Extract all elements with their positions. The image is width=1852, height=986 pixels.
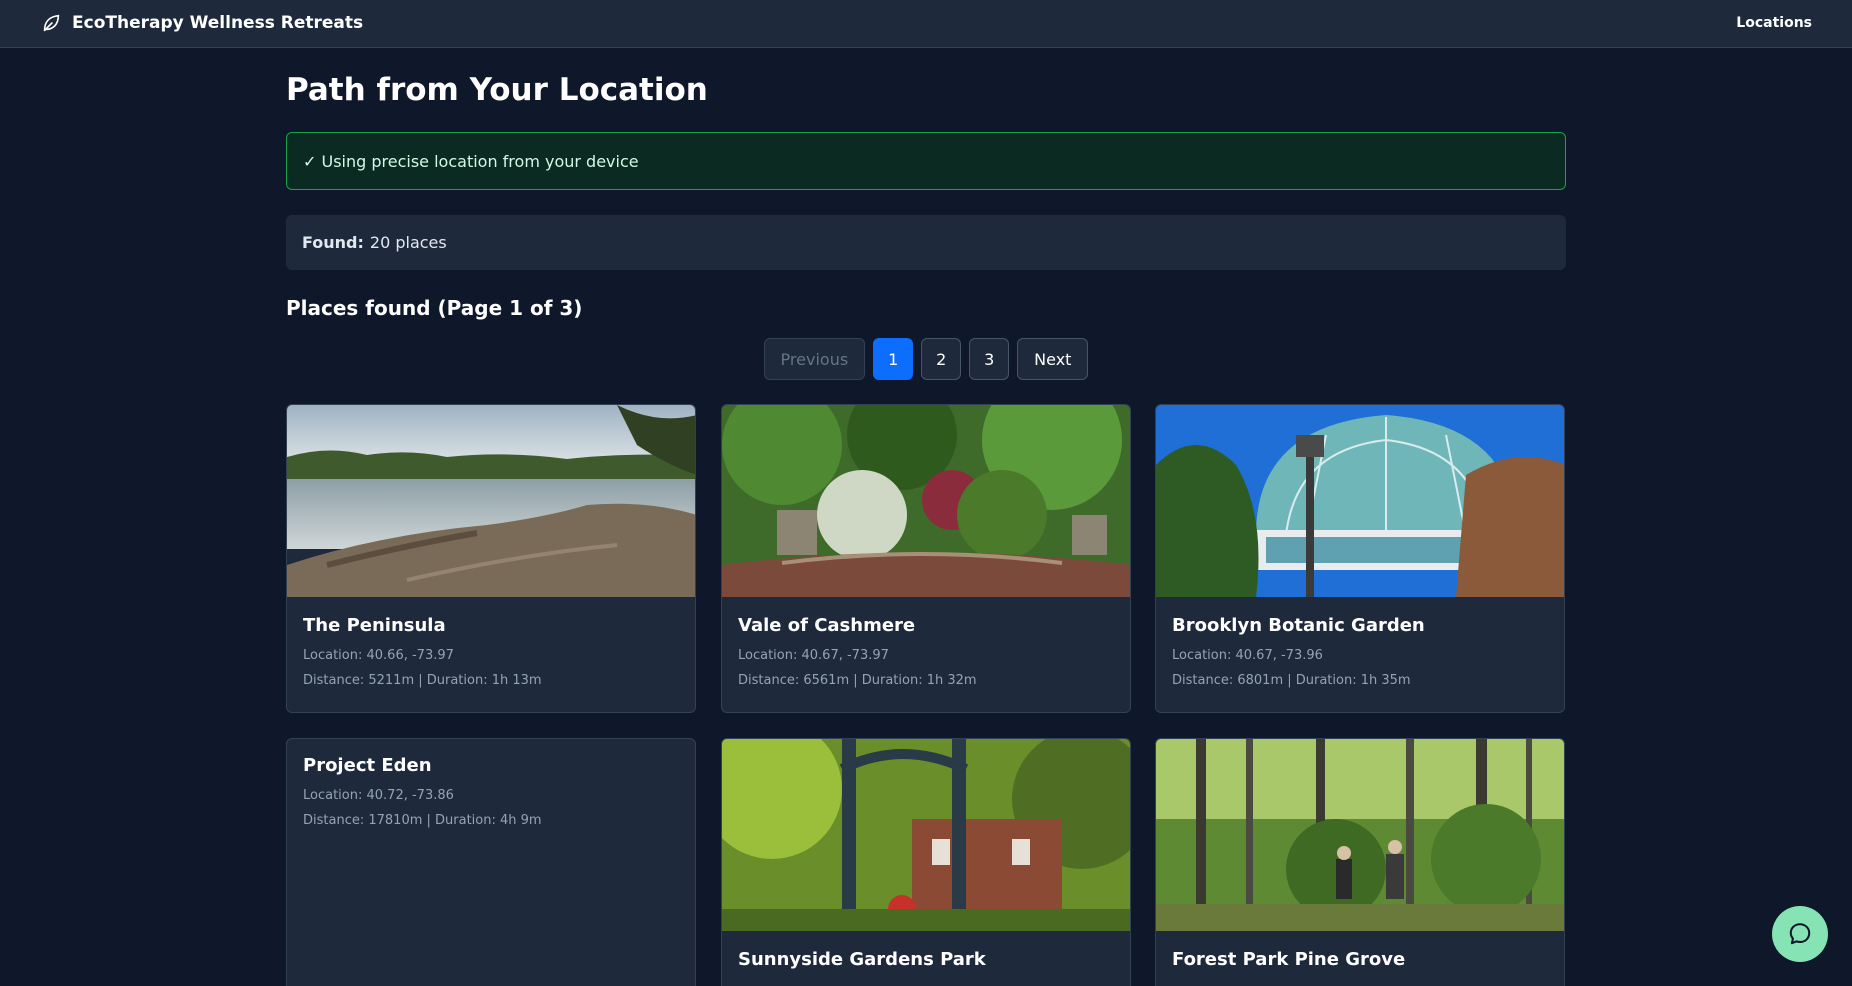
place-distance: Distance: 17810m | Duration: 4h 9m <box>303 813 542 828</box>
chat-bubble-icon <box>1789 923 1811 945</box>
place-distance: Distance: 5211m | Duration: 1h 13m <box>303 673 542 688</box>
place-name: The Peninsula <box>303 615 446 636</box>
place-location: Location: 40.66, -73.97 <box>303 648 454 663</box>
top-navbar: EcoTherapy Wellness Retreats Locations <box>0 0 1852 48</box>
section-title: Places found (Page 1 of 3) <box>286 296 583 320</box>
place-card[interactable]: Forest Park Pine Grove <box>1155 738 1565 986</box>
pagination: Previous 1 2 3 Next <box>286 338 1566 380</box>
place-location: Location: 40.67, -73.97 <box>738 648 889 663</box>
place-name: Vale of Cashmere <box>738 615 916 636</box>
next-page-button[interactable]: Next <box>1017 338 1089 380</box>
place-card[interactable]: Project Eden Location: 40.72, -73.86 Dis… <box>286 738 696 986</box>
place-location: Location: 40.72, -73.86 <box>303 788 454 803</box>
glass-conservatory-image <box>1156 405 1564 597</box>
brand[interactable]: EcoTherapy Wellness Retreats <box>40 12 363 34</box>
place-distance: Distance: 6801m | Duration: 1h 35m <box>1172 673 1411 688</box>
lake-shore-image <box>287 405 695 597</box>
place-name: Forest Park Pine Grove <box>1172 949 1406 970</box>
page-1-button[interactable]: 1 <box>873 338 914 380</box>
place-card[interactable]: Brooklyn Botanic Garden Location: 40.67,… <box>1155 404 1565 713</box>
chat-button[interactable] <box>1772 906 1828 962</box>
pine-forest-image <box>1156 739 1564 931</box>
leaf-icon <box>43 14 60 32</box>
place-distance: Distance: 6561m | Duration: 1h 32m <box>738 673 977 688</box>
place-card[interactable]: Sunnyside Gardens Park <box>721 738 1131 986</box>
place-card[interactable]: Vale of Cashmere Location: 40.67, -73.97… <box>721 404 1131 713</box>
found-summary: Found: 20 places <box>286 215 1566 270</box>
page-title: Path from Your Location <box>286 72 708 108</box>
found-label: Found: <box>302 233 364 252</box>
garden-path-image <box>722 405 1130 597</box>
nav-link-locations[interactable]: Locations <box>1736 15 1812 31</box>
place-card[interactable]: The Peninsula Location: 40.66, -73.97 Di… <box>286 404 696 713</box>
page-2-button[interactable]: 2 <box>921 338 962 380</box>
place-name: Project Eden <box>303 755 432 776</box>
place-name: Sunnyside Gardens Park <box>738 949 986 970</box>
found-count: 20 places <box>369 233 447 252</box>
place-location: Location: 40.67, -73.96 <box>1172 648 1323 663</box>
page-3-button[interactable]: 3 <box>969 338 1010 380</box>
brand-name: EcoTherapy Wellness Retreats <box>72 13 364 33</box>
place-name: Brooklyn Botanic Garden <box>1172 615 1425 636</box>
location-alert: ✓ Using precise location from your devic… <box>286 132 1566 190</box>
previous-page-button[interactable]: Previous <box>763 338 866 380</box>
park-gate-image <box>722 739 1130 931</box>
